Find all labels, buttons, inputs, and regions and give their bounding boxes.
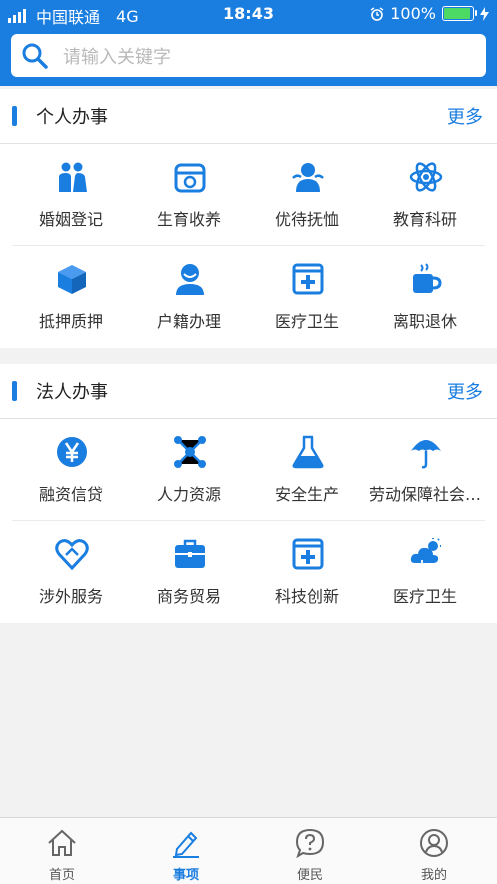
- more-link[interactable]: 更多: [447, 103, 483, 129]
- tab-items[interactable]: 事项: [124, 818, 248, 884]
- grid-row: 融资信贷 人力资源 安全生产 劳动保障社会…: [0, 419, 497, 521]
- service-label: 商务贸易: [156, 587, 221, 606]
- service-label: 抵押质押: [38, 312, 103, 331]
- battery-percent: 100%: [390, 4, 436, 23]
- service-financing[interactable]: 融资信贷: [12, 419, 130, 521]
- service-label: 优待抚恤: [274, 210, 339, 229]
- tab-bar: 首页 事项 便民 我的: [0, 817, 497, 884]
- heart-icon: [55, 539, 89, 571]
- service-marriage[interactable]: 婚姻登记: [12, 144, 130, 246]
- box-icon: [58, 265, 86, 294]
- couple-icon: [59, 162, 87, 192]
- question-bubble-icon: [295, 828, 325, 858]
- service-labor[interactable]: 劳动保障社会…: [366, 419, 484, 521]
- service-label: 涉外服务: [38, 587, 103, 606]
- service-label: 医疗卫生: [392, 587, 457, 606]
- search-input[interactable]: 请输入关键字: [11, 34, 486, 77]
- header: 中国联通 4G 18:43 100% 请输入关键字: [0, 0, 497, 86]
- person-icon: [176, 264, 204, 295]
- personal-section: 个人办事 更多 婚姻登记 生育收养 优待抚恤 教育科研 抵押质押 户籍办理 医疗…: [0, 89, 497, 348]
- medical-cross-icon: [292, 263, 324, 295]
- grid-row: 婚姻登记 生育收养 优待抚恤 教育科研: [0, 144, 497, 246]
- search-icon: [22, 43, 48, 69]
- weather-icon: [410, 538, 441, 571]
- section-title: 法人办事: [36, 382, 108, 403]
- section-title: 个人办事: [36, 107, 108, 128]
- service-foreign[interactable]: 涉外服务: [12, 521, 130, 623]
- tab-home[interactable]: 首页: [0, 818, 124, 884]
- service-hr[interactable]: 人力资源: [130, 419, 248, 521]
- tab-mine[interactable]: 我的: [372, 818, 496, 884]
- tab-label: 便民: [296, 868, 323, 883]
- search-placeholder: 请输入关键字: [63, 46, 171, 68]
- service-label: 户籍办理: [156, 312, 221, 331]
- battery-icon: [442, 6, 477, 21]
- service-healthcare[interactable]: 医疗卫生: [366, 521, 484, 623]
- umbrella-icon: [411, 440, 441, 469]
- service-birth-adoption[interactable]: 生育收养: [130, 144, 248, 246]
- people-icon: [292, 163, 324, 192]
- service-medical[interactable]: 医疗卫生: [248, 246, 366, 348]
- legal-section: 法人办事 更多 融资信贷 人力资源 安全生产 劳动保障社会… 涉外服务 商务贸易…: [0, 364, 497, 623]
- service-label: 人力资源: [156, 485, 221, 504]
- service-label: 离职退休: [392, 312, 457, 331]
- section-header: 个人办事 更多: [0, 89, 497, 144]
- service-label: 劳动保障社会…: [368, 485, 481, 504]
- service-label: 科技创新: [274, 587, 339, 606]
- status-bar: 中国联通 4G 18:43 100%: [0, 0, 497, 28]
- medical-cross-icon: [292, 538, 324, 570]
- service-education[interactable]: 教育科研: [366, 144, 484, 246]
- tab-label: 事项: [172, 868, 199, 883]
- service-label: 医疗卫生: [274, 312, 339, 331]
- service-label: 生育收养: [156, 210, 221, 229]
- coffee-cup-icon: [413, 263, 442, 293]
- baby-food-icon: [174, 163, 206, 193]
- home-icon: [48, 829, 76, 856]
- section-marker: [12, 106, 17, 126]
- charging-icon: [480, 6, 489, 21]
- tab-convenience[interactable]: 便民: [248, 818, 372, 884]
- service-label: 安全生产: [274, 485, 339, 504]
- service-household[interactable]: 户籍办理: [130, 246, 248, 348]
- atom-icon: [409, 162, 443, 192]
- network-icon: [174, 436, 206, 468]
- more-link[interactable]: 更多: [447, 378, 483, 404]
- service-trade[interactable]: 商务贸易: [130, 521, 248, 623]
- yen-coin-icon: [57, 437, 87, 467]
- service-safety[interactable]: 安全生产: [248, 419, 366, 521]
- flask-icon: [292, 435, 324, 469]
- service-label: 融资信贷: [38, 485, 103, 504]
- service-retirement[interactable]: 离职退休: [366, 246, 484, 348]
- tab-label: 首页: [48, 868, 75, 883]
- service-innovation[interactable]: 科技创新: [248, 521, 366, 623]
- service-preferential[interactable]: 优待抚恤: [248, 144, 366, 246]
- service-label: 教育科研: [392, 210, 457, 229]
- section-marker: [12, 381, 17, 401]
- alarm-icon: [370, 6, 384, 21]
- service-label: 婚姻登记: [38, 210, 103, 229]
- grid-row: 涉外服务 商务贸易 科技创新 医疗卫生: [0, 521, 497, 623]
- pencil-icon: [173, 831, 199, 858]
- briefcase-icon: [175, 539, 205, 568]
- tab-label: 我的: [420, 868, 447, 883]
- user-circle-icon: [420, 829, 448, 857]
- grid-row: 抵押质押 户籍办理 医疗卫生 离职退休: [0, 246, 497, 348]
- section-header: 法人办事 更多: [0, 364, 497, 419]
- service-mortgage[interactable]: 抵押质押: [12, 246, 130, 348]
